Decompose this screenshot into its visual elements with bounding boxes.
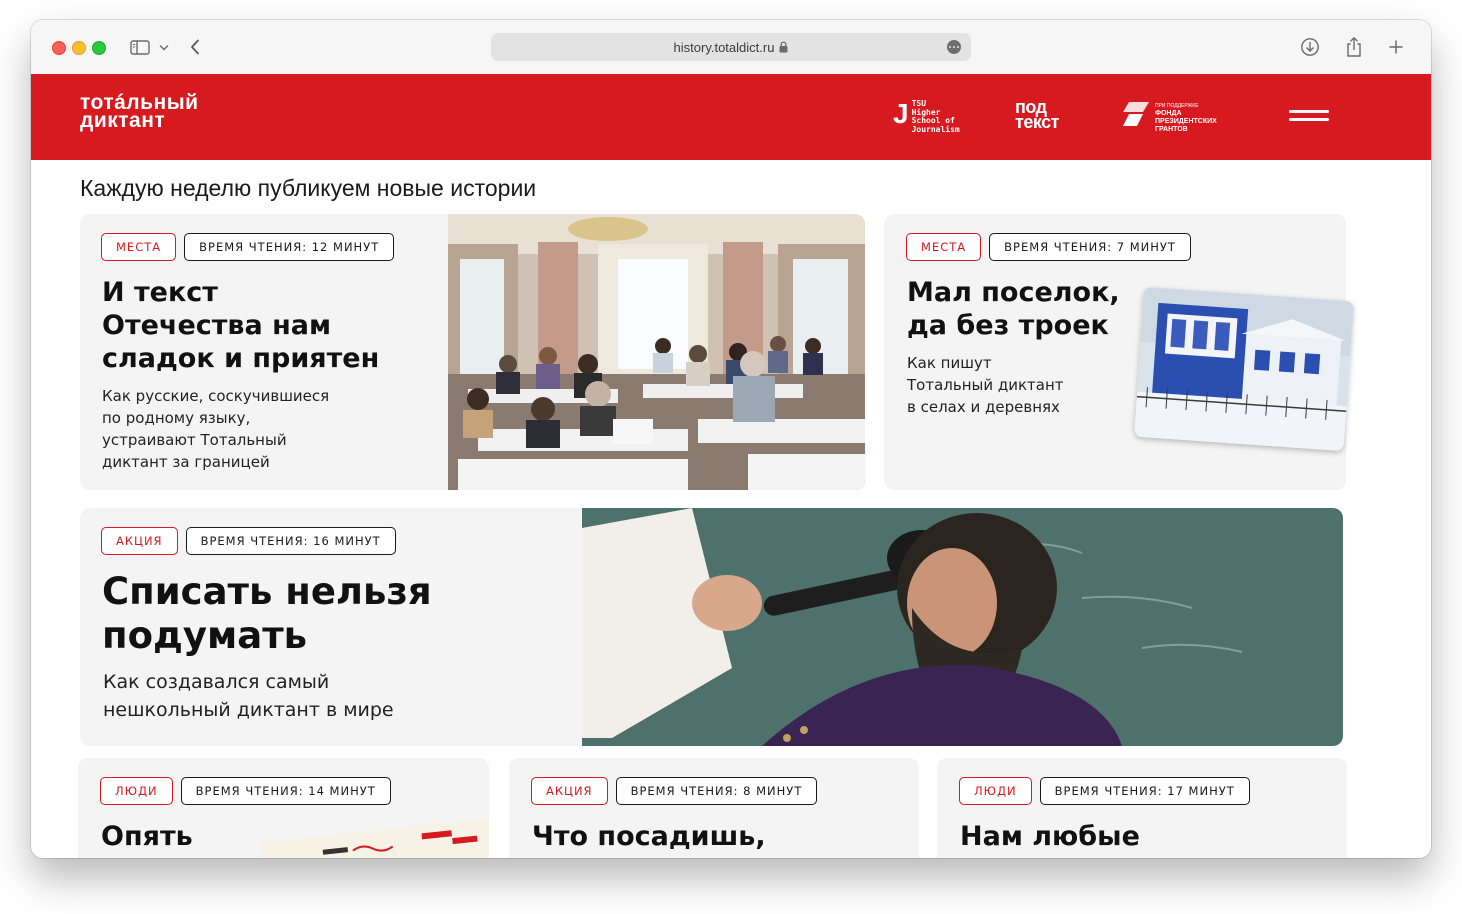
tag-badge[interactable]: АКЦИЯ [531, 777, 608, 805]
tsu-j-mark: J [893, 98, 909, 129]
address-bar[interactable]: history.totaldict.ru [491, 33, 971, 61]
close-window-button[interactable] [52, 41, 66, 55]
partner-podtekst-logo[interactable]: под текст [1015, 98, 1059, 131]
url-text: history.totaldict.ru [673, 39, 775, 55]
fond-mark-icon [1123, 102, 1149, 126]
plus-icon[interactable] [1386, 34, 1406, 60]
story-card-1[interactable]: МЕСТА ВРЕМЯ ЧТЕНИЯ: 12 МИНУТ И текст Оте… [80, 214, 865, 490]
fond-text: ПРИ ПОДДЕРЖКЕ ФОНДА ПРЕЗИДЕНТСКИХ ГРАНТО… [1155, 103, 1217, 133]
story-card-4[interactable]: ЛЮДИ ВРЕМЯ ЧТЕНИЯ: 14 МИНУТ Опять [78, 758, 489, 858]
download-icon[interactable] [1299, 34, 1321, 60]
story-card-3[interactable]: АКЦИЯ ВРЕМЯ ЧТЕНИЯ: 16 МИНУТ Списать нел… [80, 508, 1343, 746]
site-logo[interactable]: тотáльный диктант [80, 92, 199, 132]
partner-tsu-logo[interactable]: J TSU Higher School of Journalism [893, 98, 960, 134]
share-icon[interactable] [1343, 34, 1365, 60]
village-school-photo [1134, 286, 1354, 452]
main-content: Каждую неделю публикуем новые истории МЕ… [31, 160, 1431, 858]
card-title: Что посадишь, [532, 821, 766, 852]
speaker-photo [582, 508, 1343, 746]
reading-time-badge: ВРЕМЯ ЧТЕНИЯ: 17 МИНУТ [1039, 777, 1250, 805]
dictation-poster-image [261, 818, 489, 858]
lock-icon [779, 41, 788, 53]
card-title: Опять [101, 821, 193, 852]
card-title: Мал поселок, да без троек [907, 277, 1120, 341]
zoom-window-button[interactable] [92, 41, 106, 55]
reading-time-badge: ВРЕМЯ ЧТЕНИЯ: 7 МИНУТ [989, 233, 1191, 261]
tsu-text: TSU Higher School of Journalism [911, 99, 960, 134]
card-title: Нам любые [960, 821, 1140, 852]
browser-toolbar: history.totaldict.ru [31, 20, 1431, 75]
tag-badge[interactable]: ЛЮДИ [100, 777, 173, 805]
sidebar-icon[interactable] [129, 34, 151, 60]
hamburger-menu-icon[interactable] [1289, 108, 1331, 126]
card-description: Как пишут Тотальный диктант в селах и де… [907, 354, 1064, 416]
reading-time-badge: ВРЕМЯ ЧТЕНИЯ: 8 МИНУТ [615, 777, 818, 805]
tag-badge[interactable]: ЛЮДИ [959, 777, 1032, 805]
chevron-down-icon[interactable] [158, 34, 170, 60]
reading-time-badge: ВРЕМЯ ЧТЕНИЯ: 16 МИНУТ [185, 527, 396, 555]
minimize-window-button[interactable] [72, 41, 86, 55]
partner-fond-logo[interactable]: ПРИ ПОДДЕРЖКЕ ФОНДА ПРЕЗИДЕНТСКИХ ГРАНТО… [1123, 102, 1217, 134]
card-title: И текст Отечества нам сладок и приятен [102, 277, 380, 374]
back-icon[interactable] [188, 34, 202, 60]
story-card-5[interactable]: АКЦИЯ ВРЕМЯ ЧТЕНИЯ: 8 МИНУТ Что посадишь… [509, 758, 919, 858]
card-description: Как русские, соскучившиеся по родному яз… [102, 387, 330, 471]
tag-badge[interactable]: АКЦИЯ [101, 527, 178, 555]
logo-line-2: диктант [80, 109, 166, 132]
tag-badge[interactable]: МЕСТА [101, 233, 177, 261]
browser-window: history.totaldict.ru тотáльный диктант J… [31, 20, 1431, 858]
classroom-photo [448, 214, 865, 490]
story-card-2[interactable]: МЕСТА ВРЕМЯ ЧТЕНИЯ: 7 МИНУТ Мал поселок,… [884, 214, 1354, 490]
more-icon[interactable] [947, 40, 961, 54]
page-headline: Каждую неделю публикуем новые истории [80, 175, 537, 201]
reading-time-badge: ВРЕМЯ ЧТЕНИЯ: 12 МИНУТ [184, 233, 395, 261]
tag-badge[interactable]: МЕСТА [906, 233, 982, 261]
card-title: Списать нельзя подумать [102, 570, 432, 657]
reading-time-badge: ВРЕМЯ ЧТЕНИЯ: 14 МИНУТ [180, 777, 391, 805]
story-card-6[interactable]: ЛЮДИ ВРЕМЯ ЧТЕНИЯ: 17 МИНУТ Нам любые [937, 758, 1347, 858]
card-description: Как создавался самый нешкольный диктант … [103, 671, 394, 721]
site-header: тотáльный диктант J TSU Higher School of… [31, 74, 1431, 160]
